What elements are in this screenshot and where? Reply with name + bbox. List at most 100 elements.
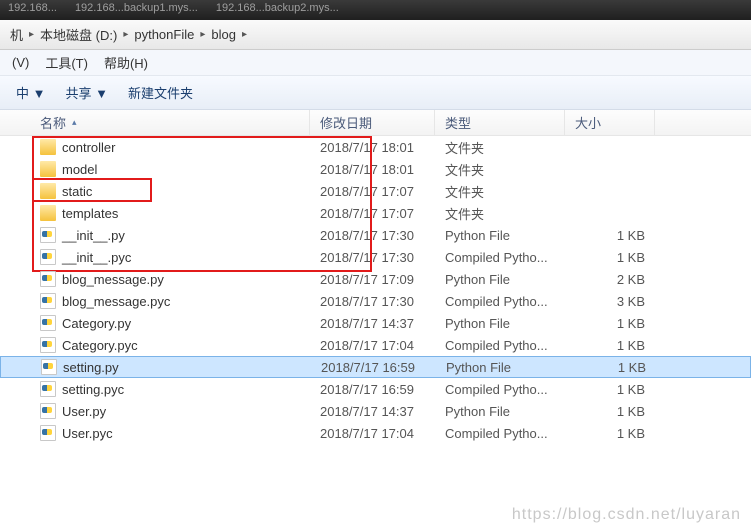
file-name: static xyxy=(62,184,92,199)
menu-tools[interactable]: 工具(T) xyxy=(37,53,96,72)
file-date: 2018/7/17 18:01 xyxy=(310,162,435,177)
breadcrumb-folder-2[interactable]: blog xyxy=(205,27,242,42)
breadcrumb-folder-1[interactable]: pythonFile xyxy=(128,27,200,42)
file-row[interactable]: __init__.pyc2018/7/17 17:30Compiled Pyth… xyxy=(0,246,751,268)
file-row[interactable]: blog_message.pyc 2018/7/17 17:30Compiled … xyxy=(0,290,751,312)
window-titlebar: 192.168... 192.168...backup1.mys... 192.… xyxy=(0,0,751,20)
file-date: 2018/7/17 17:04 xyxy=(310,426,435,441)
column-type[interactable]: 类型 xyxy=(435,110,565,135)
share-button[interactable]: 共享 ▼ xyxy=(55,83,117,102)
file-size: 1 KB xyxy=(565,250,655,265)
compiled-python-icon xyxy=(40,249,56,265)
file-name: blog_message.pyc xyxy=(62,294,170,309)
tab-2[interactable]: 192.168...backup1.mys... xyxy=(75,2,198,18)
column-size[interactable]: 大小 xyxy=(565,110,655,135)
file-name: __init__.py xyxy=(62,228,125,243)
file-type: 文件夹 xyxy=(435,204,565,223)
file-row[interactable]: Category.py2018/7/17 14:37Python File1 K… xyxy=(0,312,751,334)
file-size: 3 KB xyxy=(565,294,655,309)
breadcrumb-computer[interactable]: 机 xyxy=(4,25,29,44)
file-size: 1 KB xyxy=(565,382,655,397)
folder-icon xyxy=(40,205,56,221)
file-date: 2018/7/17 17:30 xyxy=(310,228,435,243)
compiled-python-icon xyxy=(40,425,56,441)
toolbar: 中 ▼ 共享 ▼ 新建文件夹 xyxy=(0,76,751,110)
file-type: Python File xyxy=(435,316,565,331)
compiled-python-icon xyxy=(40,293,56,309)
column-name[interactable]: 名称▴ xyxy=(0,110,310,135)
file-name: setting.py xyxy=(63,360,119,375)
file-row[interactable]: User.pyc 2018/7/17 17:04Compiled Pytho...… xyxy=(0,422,751,444)
breadcrumb-drive[interactable]: 本地磁盘 (D:) xyxy=(34,25,123,44)
column-header-row: 名称▴ 修改日期 类型 大小 xyxy=(0,110,751,136)
file-type: Compiled Pytho... xyxy=(435,338,565,353)
file-size: 1 KB xyxy=(565,404,655,419)
file-date: 2018/7/17 17:07 xyxy=(310,206,435,221)
file-date: 2018/7/17 17:09 xyxy=(310,272,435,287)
file-date: 2018/7/17 17:04 xyxy=(310,338,435,353)
python-file-icon xyxy=(40,227,56,243)
file-size: 1 KB xyxy=(565,228,655,243)
file-size: 1 KB xyxy=(565,316,655,331)
python-file-icon xyxy=(40,315,56,331)
file-row[interactable]: blog_message.py2018/7/17 17:09Python Fil… xyxy=(0,268,751,290)
file-name: Category.pyc xyxy=(62,338,138,353)
file-name: Category.py xyxy=(62,316,131,331)
column-date[interactable]: 修改日期 xyxy=(310,110,435,135)
file-type: Python File xyxy=(435,228,565,243)
watermark-text: https://blog.csdn.net/luyaran xyxy=(512,506,741,524)
file-type: Compiled Pytho... xyxy=(435,426,565,441)
file-row[interactable]: __init__.py 2018/7/17 17:30Python File1 K… xyxy=(0,224,751,246)
file-type: Compiled Pytho... xyxy=(435,382,565,397)
file-name: model xyxy=(62,162,97,177)
file-name: templates xyxy=(62,206,118,221)
file-type: 文件夹 xyxy=(435,138,565,157)
file-row[interactable]: User.py 2018/7/17 14:37Python File1 KB xyxy=(0,400,751,422)
file-date: 2018/7/17 17:30 xyxy=(310,250,435,265)
file-type: Python File xyxy=(435,272,565,287)
file-row[interactable]: setting.py 2018/7/17 16:59Python File1 KB xyxy=(0,356,751,378)
file-row[interactable]: model 2018/7/17 18:01文件夹 xyxy=(0,158,751,180)
file-date: 2018/7/17 16:59 xyxy=(310,382,435,397)
breadcrumb[interactable]: 机 ▸ 本地磁盘 (D:) ▸ pythonFile ▸ blog ▸ xyxy=(0,20,751,50)
file-date: 2018/7/17 18:01 xyxy=(310,140,435,155)
file-date: 2018/7/17 17:07 xyxy=(310,184,435,199)
compiled-python-icon xyxy=(40,337,56,353)
tab-1[interactable]: 192.168... xyxy=(8,2,57,18)
file-name: User.pyc xyxy=(62,426,113,441)
file-name: controller xyxy=(62,140,115,155)
python-file-icon xyxy=(40,403,56,419)
menubar: (V) 工具(T) 帮助(H) xyxy=(0,50,751,76)
file-row[interactable]: controller 2018/7/17 18:01文件夹 xyxy=(0,136,751,158)
file-size: 1 KB xyxy=(566,360,656,375)
file-name: User.py xyxy=(62,404,106,419)
python-file-icon xyxy=(40,271,56,287)
file-row[interactable]: static2018/7/17 17:07文件夹 xyxy=(0,180,751,202)
folder-icon xyxy=(40,161,56,177)
compiled-python-icon xyxy=(40,381,56,397)
file-list: 名称▴ 修改日期 类型 大小 controller 2018/7/17 18:01… xyxy=(0,110,751,444)
include-library-button[interactable]: 中 ▼ xyxy=(6,83,55,102)
file-date: 2018/7/17 16:59 xyxy=(311,360,436,375)
new-folder-button[interactable]: 新建文件夹 xyxy=(118,83,203,102)
file-row[interactable]: templates 2018/7/17 17:07文件夹 xyxy=(0,202,751,224)
file-type: Compiled Pytho... xyxy=(435,294,565,309)
folder-icon xyxy=(40,183,56,199)
file-date: 2018/7/17 17:30 xyxy=(310,294,435,309)
folder-icon xyxy=(40,139,56,155)
file-name: setting.pyc xyxy=(62,382,124,397)
file-row[interactable]: Category.pyc 2018/7/17 17:04Compiled Pyth… xyxy=(0,334,751,356)
file-size: 1 KB xyxy=(565,338,655,353)
file-type: Python File xyxy=(436,360,566,375)
sort-ascending-icon: ▴ xyxy=(72,117,77,128)
menu-view[interactable]: (V) xyxy=(4,55,37,70)
file-type: Compiled Pytho... xyxy=(435,250,565,265)
file-type: Python File xyxy=(435,404,565,419)
file-type: 文件夹 xyxy=(435,160,565,179)
tab-3[interactable]: 192.168...backup2.mys... xyxy=(216,2,339,18)
file-size: 1 KB xyxy=(565,426,655,441)
menu-help[interactable]: 帮助(H) xyxy=(96,53,156,72)
file-row[interactable]: setting.pyc 2018/7/17 16:59Compiled Pytho… xyxy=(0,378,751,400)
chevron-right-icon[interactable]: ▸ xyxy=(242,29,247,40)
file-date: 2018/7/17 14:37 xyxy=(310,404,435,419)
